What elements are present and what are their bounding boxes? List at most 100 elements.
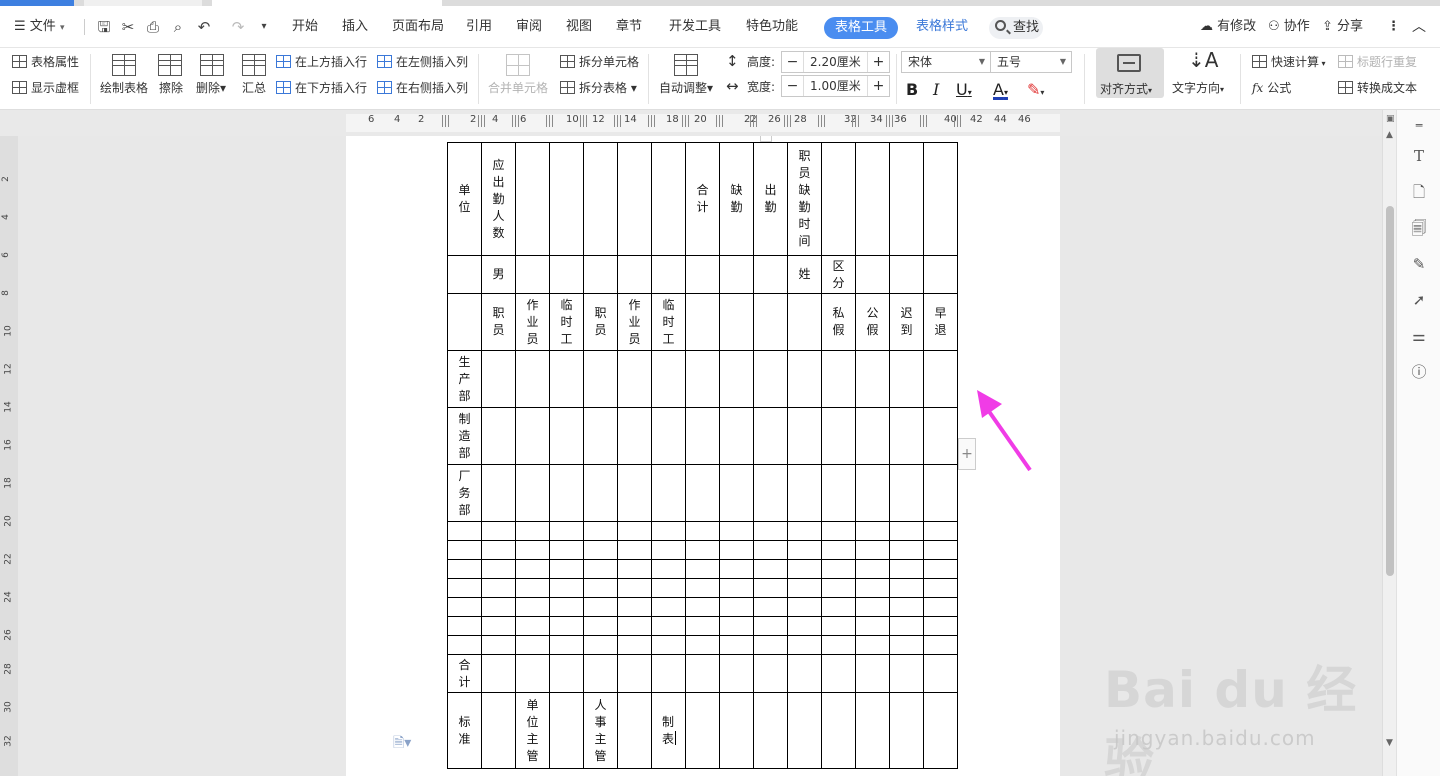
table-cell[interactable] xyxy=(549,616,584,636)
table-cell[interactable] xyxy=(821,464,856,522)
quick-calc-button[interactable]: 快速计算 ▾ xyxy=(1252,54,1326,72)
table-cell[interactable] xyxy=(651,255,686,294)
table-cell[interactable] xyxy=(923,521,958,541)
table-cell[interactable] xyxy=(821,407,856,465)
bold-button[interactable]: B xyxy=(906,80,918,99)
more-icon[interactable]: ⋮ xyxy=(1387,15,1400,39)
tab-table-style[interactable]: 表格样式 xyxy=(916,15,968,39)
table-cell[interactable] xyxy=(651,407,686,465)
tab-developer[interactable]: 开发工具 xyxy=(669,15,721,39)
table-cell[interactable] xyxy=(719,293,754,351)
table-cell[interactable] xyxy=(889,654,924,693)
table-cell[interactable] xyxy=(821,654,856,693)
table-cell[interactable] xyxy=(481,350,516,408)
table-cell[interactable] xyxy=(617,692,652,769)
table-cell[interactable] xyxy=(855,407,890,465)
table-cell[interactable] xyxy=(583,255,618,294)
ruler-column-marker[interactable] xyxy=(886,115,894,127)
table-cell[interactable] xyxy=(583,635,618,655)
height-decrease-button[interactable]: − xyxy=(782,52,804,72)
table-cell[interactable]: 制表 xyxy=(651,692,686,769)
table-cell[interactable]: 合计 xyxy=(685,142,720,256)
table-cell[interactable] xyxy=(923,540,958,560)
table-cell[interactable] xyxy=(481,559,516,579)
insert-row-above-button[interactable]: 在上方插入行 xyxy=(276,54,367,70)
table-cell[interactable] xyxy=(651,521,686,541)
table-cell[interactable]: 临时工 xyxy=(651,293,686,351)
table-cell[interactable] xyxy=(685,635,720,655)
table-cell[interactable] xyxy=(583,578,618,598)
table-cell[interactable]: 生产部 xyxy=(447,350,482,408)
table-cell[interactable] xyxy=(515,142,550,256)
table-cell[interactable] xyxy=(549,142,584,256)
table-cell[interactable] xyxy=(549,255,584,294)
table-cell[interactable] xyxy=(923,559,958,579)
table-cell[interactable]: 单位主管 xyxy=(515,692,550,769)
ruler-column-marker[interactable] xyxy=(852,115,860,127)
table-cell[interactable] xyxy=(651,654,686,693)
save-icon[interactable]: 🖫 xyxy=(94,17,114,37)
table-cell[interactable] xyxy=(651,142,686,256)
table-cell[interactable] xyxy=(515,350,550,408)
table-cell[interactable] xyxy=(855,350,890,408)
table-cell[interactable] xyxy=(787,692,822,769)
table-cell[interactable]: 缺勤 xyxy=(719,142,754,256)
table-cell[interactable] xyxy=(685,616,720,636)
convert-to-text-button[interactable]: 转换成文本 xyxy=(1338,80,1417,96)
tab-references[interactable]: 引用 xyxy=(466,15,492,39)
table-cell[interactable] xyxy=(889,255,924,294)
table-cell[interactable] xyxy=(617,142,652,256)
table-cell[interactable] xyxy=(889,616,924,636)
ruler-column-marker[interactable] xyxy=(818,115,826,127)
table-cell[interactable] xyxy=(821,597,856,617)
highlight-icon[interactable]: ✎▾ xyxy=(1027,80,1044,99)
table-cell[interactable] xyxy=(447,635,482,655)
table-cell[interactable] xyxy=(753,559,788,579)
ruler-column-marker[interactable] xyxy=(682,115,690,127)
ruler-column-marker[interactable] xyxy=(920,115,928,127)
table-cell[interactable] xyxy=(889,540,924,560)
table-cell[interactable] xyxy=(549,635,584,655)
width-value[interactable]: 1.00厘米 xyxy=(810,76,861,96)
tab-table-tools[interactable]: 表格工具 xyxy=(824,17,898,39)
repeat-header-button[interactable]: 标题行重复 xyxy=(1338,54,1417,70)
table-cell[interactable] xyxy=(889,578,924,598)
table-cell[interactable]: 职员缺勤时间 xyxy=(787,142,822,256)
table-cell[interactable] xyxy=(481,464,516,522)
table-cell[interactable] xyxy=(617,521,652,541)
table-cell[interactable] xyxy=(855,540,890,560)
pen-icon[interactable]: ✎ xyxy=(1409,254,1429,274)
document-page[interactable]: 单位 应出勤人数 合计 缺勤 出勤 职员缺勤时间 男 姓 区分 职员 作业员 临… xyxy=(346,136,1060,776)
table-cell[interactable] xyxy=(481,635,516,655)
table-cell[interactable] xyxy=(889,407,924,465)
table-cell[interactable] xyxy=(617,635,652,655)
table-cell[interactable] xyxy=(787,521,822,541)
share-button[interactable]: ⇪ 分享 xyxy=(1322,15,1363,39)
table-cell[interactable] xyxy=(583,407,618,465)
table-cell[interactable] xyxy=(515,521,550,541)
table-cell[interactable] xyxy=(447,616,482,636)
width-increase-button[interactable]: + xyxy=(867,76,889,96)
document-page-icon[interactable]: 🗎▾ xyxy=(393,732,411,756)
ruler-column-marker[interactable] xyxy=(478,115,486,127)
ruler-column-marker[interactable] xyxy=(512,115,520,127)
table-cell[interactable] xyxy=(889,597,924,617)
underline-button[interactable]: U▾ xyxy=(956,80,972,99)
table-cell[interactable] xyxy=(515,597,550,617)
table-cell[interactable] xyxy=(787,293,822,351)
split-cells-button[interactable]: 拆分单元格 xyxy=(560,54,639,70)
table-cell[interactable] xyxy=(787,464,822,522)
table-cell[interactable]: 出勤 xyxy=(753,142,788,256)
table-cell[interactable] xyxy=(855,559,890,579)
tab-view[interactable]: 视图 xyxy=(566,15,592,39)
table-cell[interactable]: 临时工 xyxy=(549,293,584,351)
table-cell[interactable] xyxy=(651,464,686,522)
table-cell[interactable] xyxy=(685,559,720,579)
table-cell[interactable] xyxy=(923,692,958,769)
table-cell[interactable] xyxy=(617,559,652,579)
table-cell[interactable]: 合计 xyxy=(447,654,482,693)
ruler-column-marker[interactable] xyxy=(546,115,554,127)
table-cell[interactable]: 早退 xyxy=(923,293,958,351)
table-cell[interactable] xyxy=(855,255,890,294)
table-cell[interactable] xyxy=(787,616,822,636)
